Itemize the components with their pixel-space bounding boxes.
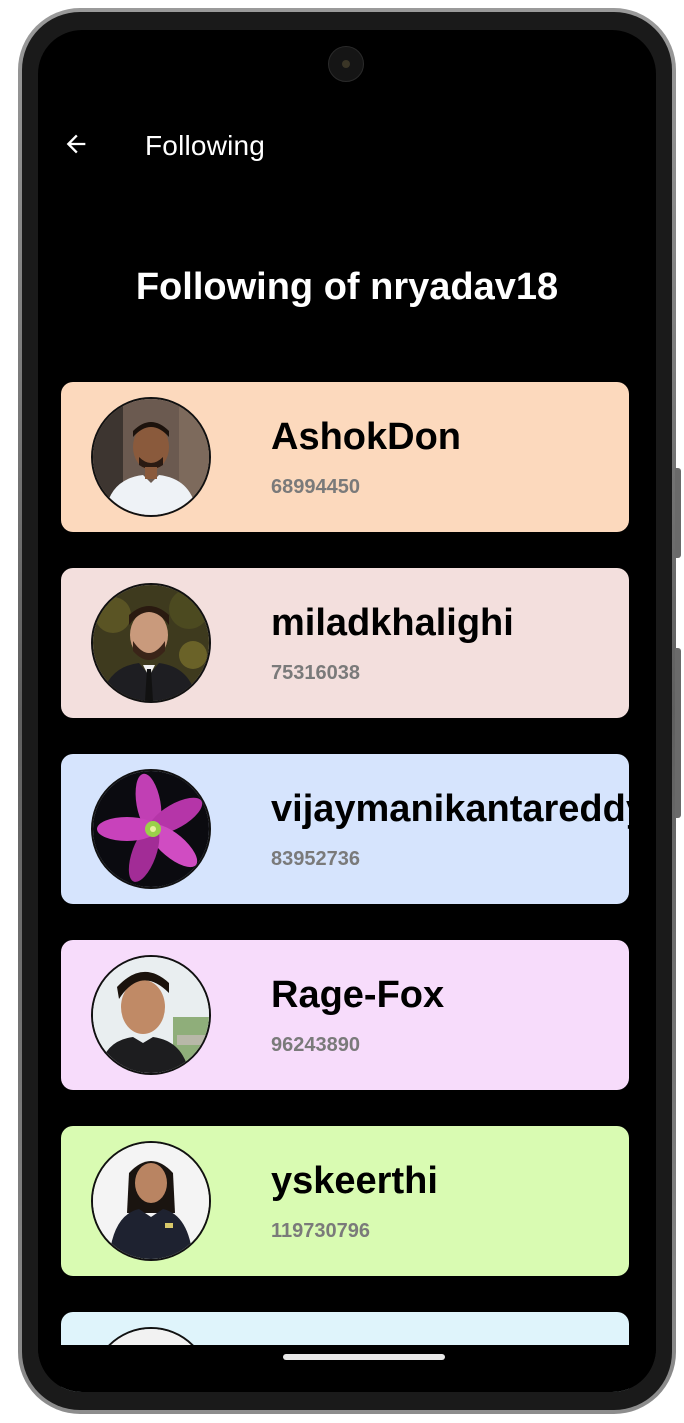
avatar	[91, 955, 211, 1075]
user-id: 68994450	[271, 476, 360, 498]
phone-frame: Following Following of nryadav18 AshokDo…	[18, 8, 681, 1414]
user-id: 75316038	[271, 662, 360, 684]
page-title: Following of nryadav18	[135, 266, 559, 308]
user-id: 96243890	[271, 1034, 360, 1056]
power-button	[675, 468, 681, 558]
user-card-yskeerthi[interactable]: yskeerthi 119730796	[61, 1126, 629, 1276]
avatar	[91, 1141, 211, 1261]
user-card-ashokdon[interactable]: AshokDon 68994450	[61, 382, 629, 532]
arrow-left-icon	[66, 134, 86, 154]
user-name: miladkhalighi	[271, 602, 514, 644]
user-id: 119730796	[271, 1220, 371, 1242]
avatar	[91, 583, 211, 703]
app-bar-title: Following	[145, 130, 266, 161]
bottom-nav-area	[38, 1345, 656, 1392]
avatar-photo	[93, 1143, 209, 1259]
avatar-photo	[93, 957, 209, 1073]
home-indicator[interactable]	[283, 1354, 445, 1360]
avatar-photo	[93, 585, 209, 701]
user-name: AshokDon	[271, 416, 461, 458]
avatar	[91, 769, 211, 889]
avatar-photo	[93, 399, 209, 515]
user-name: Rage-Fox	[271, 974, 445, 1016]
screen: Following Following of nryadav18 AshokDo…	[38, 30, 656, 1392]
user-card-rage-fox[interactable]: Rage-Fox 96243890	[61, 940, 629, 1090]
back-button[interactable]	[58, 126, 94, 162]
user-card-vijaymanikantareddy[interactable]: vijaymanikantareddy 83952736	[61, 754, 629, 904]
user-card-miladkhalighi[interactable]: miladkhalighi 75316038	[61, 568, 629, 718]
volume-button	[675, 648, 681, 818]
avatar-photo	[93, 771, 209, 887]
front-camera	[328, 46, 364, 82]
avatar	[91, 397, 211, 517]
user-id: 83952736	[271, 848, 360, 870]
user-name: yskeerthi	[271, 1160, 438, 1202]
user-name: vijaymanikantareddy	[271, 788, 629, 830]
app-bar: Following	[38, 112, 656, 176]
